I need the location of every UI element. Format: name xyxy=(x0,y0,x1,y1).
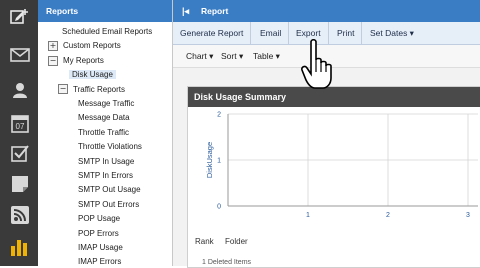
tree-item[interactable]: SMTP In Errors xyxy=(78,170,133,181)
y-tick-label: 1 xyxy=(217,158,221,165)
compose-icon[interactable] xyxy=(9,6,31,28)
tree-item[interactable]: POP Usage xyxy=(78,213,120,224)
tree-item[interactable]: Throttle Traffic xyxy=(78,127,129,138)
table-header: Rank Folder xyxy=(188,237,480,251)
set-dates-button[interactable]: Set Dates ▾ xyxy=(363,22,421,44)
tree-item-label: SMTP Out Usage xyxy=(78,185,141,195)
tree-item[interactable]: SMTP Out Errors xyxy=(78,199,139,210)
rank-column-header[interactable]: Rank xyxy=(195,237,214,246)
reports-icon[interactable] xyxy=(9,236,31,258)
tree-item-label: IMAP Usage xyxy=(78,243,123,252)
app-icon-rail: 07 xyxy=(0,0,38,266)
generate-report-button[interactable]: Generate Report xyxy=(173,22,252,44)
tree-item-label: POP Usage xyxy=(78,214,121,224)
tree-item-label: Disk Usage xyxy=(69,70,116,80)
tree-item[interactable]: Scheduled Email Reports xyxy=(62,26,152,37)
tree-item[interactable]: POP Errors xyxy=(78,228,119,239)
report-main: |◂ Report Generate Report Email Export P… xyxy=(173,0,480,268)
tree-item[interactable]: + Custom Reports xyxy=(48,40,121,52)
tasks-icon[interactable] xyxy=(9,142,31,164)
y-tick-label: 0 xyxy=(217,204,221,211)
tree-item-label: SMTP In Usage xyxy=(78,156,135,166)
mail-icon[interactable] xyxy=(9,44,31,66)
x-tick-label: 1 xyxy=(306,212,310,219)
tree-item[interactable]: SMTP Out Usage xyxy=(78,184,141,195)
tree-item[interactable]: − My Reports xyxy=(48,55,104,66)
tree-item[interactable]: Throttle Violations xyxy=(78,141,142,152)
contacts-icon[interactable] xyxy=(9,79,31,101)
tree-item[interactable]: − Traffic Reports xyxy=(58,84,125,95)
notes-icon[interactable] xyxy=(9,173,31,195)
rss-icon[interactable] xyxy=(9,204,31,226)
tree-item[interactable]: Disk Usage xyxy=(69,69,116,80)
hand-cursor-icon xyxy=(301,38,335,94)
tree-item[interactable]: SMTP In Usage xyxy=(78,156,134,167)
reports-tree-panel: Reports Scheduled Email Reports + Custom R… xyxy=(38,0,173,266)
tree-item-label: SMTP In Errors xyxy=(78,171,133,180)
tree-item-label: Message Traffic xyxy=(78,99,135,108)
x-tick-label: 2 xyxy=(386,212,390,219)
disk-usage-panel: Disk Usage Summary 2 1 0 1 2 3 DiskUsage Rank … xyxy=(187,86,480,268)
collapse-icon[interactable]: − xyxy=(48,55,58,66)
tree-item-label: Throttle Violations xyxy=(78,142,142,152)
tree-item-label: Traffic Reports xyxy=(73,84,126,94)
expand-icon[interactable]: + xyxy=(48,41,58,52)
report-title: Report xyxy=(201,6,229,16)
tree-item-label: SMTP Out Errors xyxy=(78,199,140,209)
tree-item-label: Scheduled Email Reports xyxy=(62,27,153,36)
collapse-panel-icon[interactable]: |◂ xyxy=(182,0,189,22)
tree-item-label: IMAP Errors xyxy=(78,257,122,267)
y-axis-label: DiskUsage xyxy=(205,142,214,178)
table-row: 1 Deleted Items xyxy=(202,259,252,266)
tree-item[interactable]: Message Data xyxy=(78,112,130,123)
tree-item[interactable]: IMAP Usage xyxy=(78,242,123,253)
tree-item-label: Custom Reports xyxy=(63,41,121,51)
sort-menu[interactable]: Sort ▾ xyxy=(221,45,243,67)
tree-item[interactable]: Message Traffic xyxy=(78,98,134,109)
tree-item-label: My Reports xyxy=(63,55,104,65)
tree-item-label: POP Errors xyxy=(78,228,119,238)
report-header: |◂ Report xyxy=(173,0,480,22)
y-tick-label: 2 xyxy=(217,112,221,119)
x-tick-label: 3 xyxy=(466,212,470,219)
calendar-icon[interactable]: 07 xyxy=(9,112,31,134)
email-button[interactable]: Email xyxy=(253,22,290,44)
tree-title: Reports xyxy=(38,0,172,22)
disk-usage-chart: 2 1 0 1 2 3 DiskUsage xyxy=(188,107,480,223)
chart-svg: 2 1 0 1 2 3 DiskUsage xyxy=(205,112,478,219)
svg-text:07: 07 xyxy=(16,122,25,131)
collapse-icon[interactable]: − xyxy=(58,84,68,95)
tree-item-label: Message Data xyxy=(78,113,130,123)
table-menu[interactable]: Table ▾ xyxy=(253,45,280,67)
folder-column-header[interactable]: Folder xyxy=(225,237,248,246)
tree-item-label: Throttle Traffic xyxy=(78,127,129,137)
chart-menu[interactable]: Chart ▾ xyxy=(186,45,213,67)
